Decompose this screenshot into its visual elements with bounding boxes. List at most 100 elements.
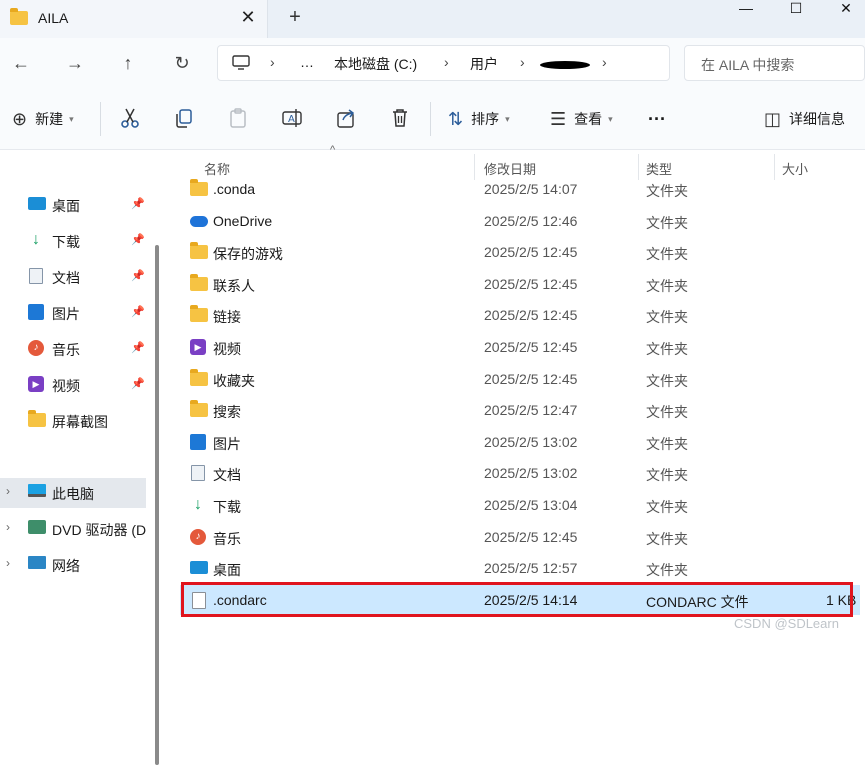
sidebar-item-network[interactable]: › 网络 [0,550,150,580]
file-type: 文件夹 [646,467,688,484]
table-row[interactable]: ▶ 视频 2025/2/5 12:45 文件夹 [180,332,860,362]
search-box[interactable]: 在 AILA 中搜索 [684,45,865,81]
table-row[interactable]: ↓ 下载 2025/2/5 13:04 文件夹 [180,490,860,520]
sidebar-item-this-pc[interactable]: › 此电脑 [0,478,146,508]
forward-button[interactable]: → [62,50,88,76]
file-date: 2025/2/5 12:47 [484,402,578,419]
pin-icon[interactable]: 📌 [131,233,145,246]
up-button[interactable]: ↑ [115,50,141,76]
table-row[interactable]: OneDrive 2025/2/5 12:46 文件夹 [180,206,860,236]
file-type: 文件夹 [646,372,688,389]
chevron-right-icon[interactable]: › [6,520,10,534]
file-type: 文件夹 [646,530,688,547]
navigation-bar: ← → ↑ ↻ › … 本地磁盘 (C:) › 用户 › › 在 AILA 中搜… [0,38,865,88]
details-label: 详细信息 [789,111,846,127]
sidebar-item-label: 桌面 [52,198,80,214]
file-name: 搜索 [213,404,241,421]
table-row[interactable]: 文档 2025/2/5 13:02 文件夹 [180,458,860,488]
sort-label: 排序 [471,111,500,127]
search-input[interactable]: 在 AILA 中搜索 [701,55,794,75]
table-row[interactable]: .conda 2025/2/5 14:07 文件夹 [180,174,860,204]
sidebar-item-screenshots[interactable]: 屏幕截图 [0,406,150,436]
folder-icon [28,410,46,428]
chevron-right-icon[interactable]: › [6,556,10,570]
navigation-pane: 桌面 📌 ↓ 下载 📌 文档 📌 图片 📌 ♪ 音乐 📌 ▶ 视频 📌 屏幕截图… [0,150,160,765]
divider [430,102,431,136]
file-name: 联系人 [213,277,255,294]
file-name: .conda [213,181,256,197]
sidebar-scrollbar[interactable] [155,245,159,765]
close-window-button[interactable]: ✕ [828,0,864,22]
folder-icon [190,273,208,292]
sidebar-item-videos[interactable]: ▶ 视频 📌 [0,370,150,400]
table-row[interactable]: 保存的游戏 2025/2/5 12:45 文件夹 [180,237,860,267]
address-bar[interactable]: › … 本地磁盘 (C:) › 用户 › › [217,45,670,81]
sort-ascending-icon: ^ [330,144,336,156]
more-options-button[interactable]: ··· [648,106,666,132]
delete-icon[interactable] [388,106,414,132]
file-name: 文档 [213,467,241,484]
file-name: 收藏夹 [213,372,255,389]
file-name: 桌面 [213,562,241,579]
pin-icon[interactable]: 📌 [131,305,145,318]
chevron-right-icon[interactable]: › [6,484,10,498]
network-icon [28,556,46,572]
pin-icon[interactable]: 📌 [131,377,145,390]
share-icon[interactable] [334,106,360,132]
copy-icon[interactable] [172,106,198,132]
table-row[interactable]: 联系人 2025/2/5 12:45 文件夹 [180,269,860,299]
redacted-username [540,61,590,69]
sidebar-item-dvd-drive[interactable]: › DVD 驱动器 (D [0,514,150,544]
sidebar-item-label: 屏幕截图 [52,414,108,430]
table-row[interactable]: 链接 2025/2/5 12:45 文件夹 [180,300,860,330]
title-bar: AILA ✕ + — ☐ ✕ [0,0,865,38]
table-row[interactable]: 搜索 2025/2/5 12:47 文件夹 [180,395,860,425]
file-date: 2025/2/5 12:45 [484,528,578,545]
sidebar-item-pictures[interactable]: 图片 📌 [0,298,150,328]
details-pane-button[interactable]: ◫ 详细信息 [764,106,845,132]
cut-icon[interactable] [118,106,144,132]
plus-circle-icon: ⊕ [12,108,28,129]
pin-icon[interactable]: 📌 [131,269,145,282]
table-row[interactable]: 桌面 2025/2/5 12:57 文件夹 [180,553,860,583]
file-name: 下载 [213,499,241,515]
sidebar-item-desktop[interactable]: 桌面 📌 [0,190,150,220]
file-date: 2025/2/5 12:45 [484,370,578,387]
cloud-icon [190,213,208,229]
file-name: 视频 [213,341,241,357]
sidebar-item-label: 图片 [52,306,80,322]
file-name: 图片 [213,435,241,452]
file-type: 文件夹 [646,341,688,357]
paste-icon[interactable] [226,106,252,132]
minimize-button[interactable]: — [728,0,764,22]
file-type: 文件夹 [646,404,688,421]
breadcrumb-local-disk[interactable]: 本地磁盘 (C:) [334,54,417,74]
rename-icon[interactable]: A [280,106,306,132]
sidebar-item-downloads[interactable]: ↓ 下载 📌 [0,226,150,256]
table-row[interactable]: 收藏夹 2025/2/5 12:45 文件夹 [180,364,860,394]
file-type: 文件夹 [646,562,688,579]
pin-icon[interactable]: 📌 [131,197,145,210]
breadcrumb-users[interactable]: 用户 [470,54,498,74]
chevron-down-icon: ▾ [69,113,74,124]
table-row[interactable]: ♪ 音乐 2025/2/5 12:45 文件夹 [180,522,860,552]
new-button[interactable]: ⊕ 新建 ▾ [12,106,74,132]
sort-button[interactable]: ⇅ 排序 ▾ [448,106,510,132]
command-bar: ⊕ 新建 ▾ A ⇅ 排序 ▾ ☰ 查看 ▾ ··· ◫ 详细信息 [0,88,865,150]
maximize-button[interactable]: ☐ [778,0,814,22]
annotation-highlight-box [181,582,853,617]
refresh-button[interactable]: ↻ [169,50,195,76]
back-button[interactable]: ← [8,50,34,76]
sidebar-item-music[interactable]: ♪ 音乐 📌 [0,334,150,364]
tab-aila[interactable]: AILA ✕ [0,0,268,38]
file-date: 2025/2/5 13:02 [484,433,578,450]
close-tab-icon[interactable]: ✕ [238,6,258,28]
table-row[interactable]: 图片 2025/2/5 13:02 文件夹 [180,427,860,457]
breadcrumb-overflow[interactable]: … [300,54,314,70]
sidebar-item-label: 网络 [52,558,80,574]
new-tab-button[interactable]: + [284,4,306,30]
pin-icon[interactable]: 📌 [131,341,145,354]
view-button[interactable]: ☰ 查看 ▾ [550,106,613,132]
music-icon: ♪ [28,340,46,356]
sidebar-item-documents[interactable]: 文档 📌 [0,262,150,292]
